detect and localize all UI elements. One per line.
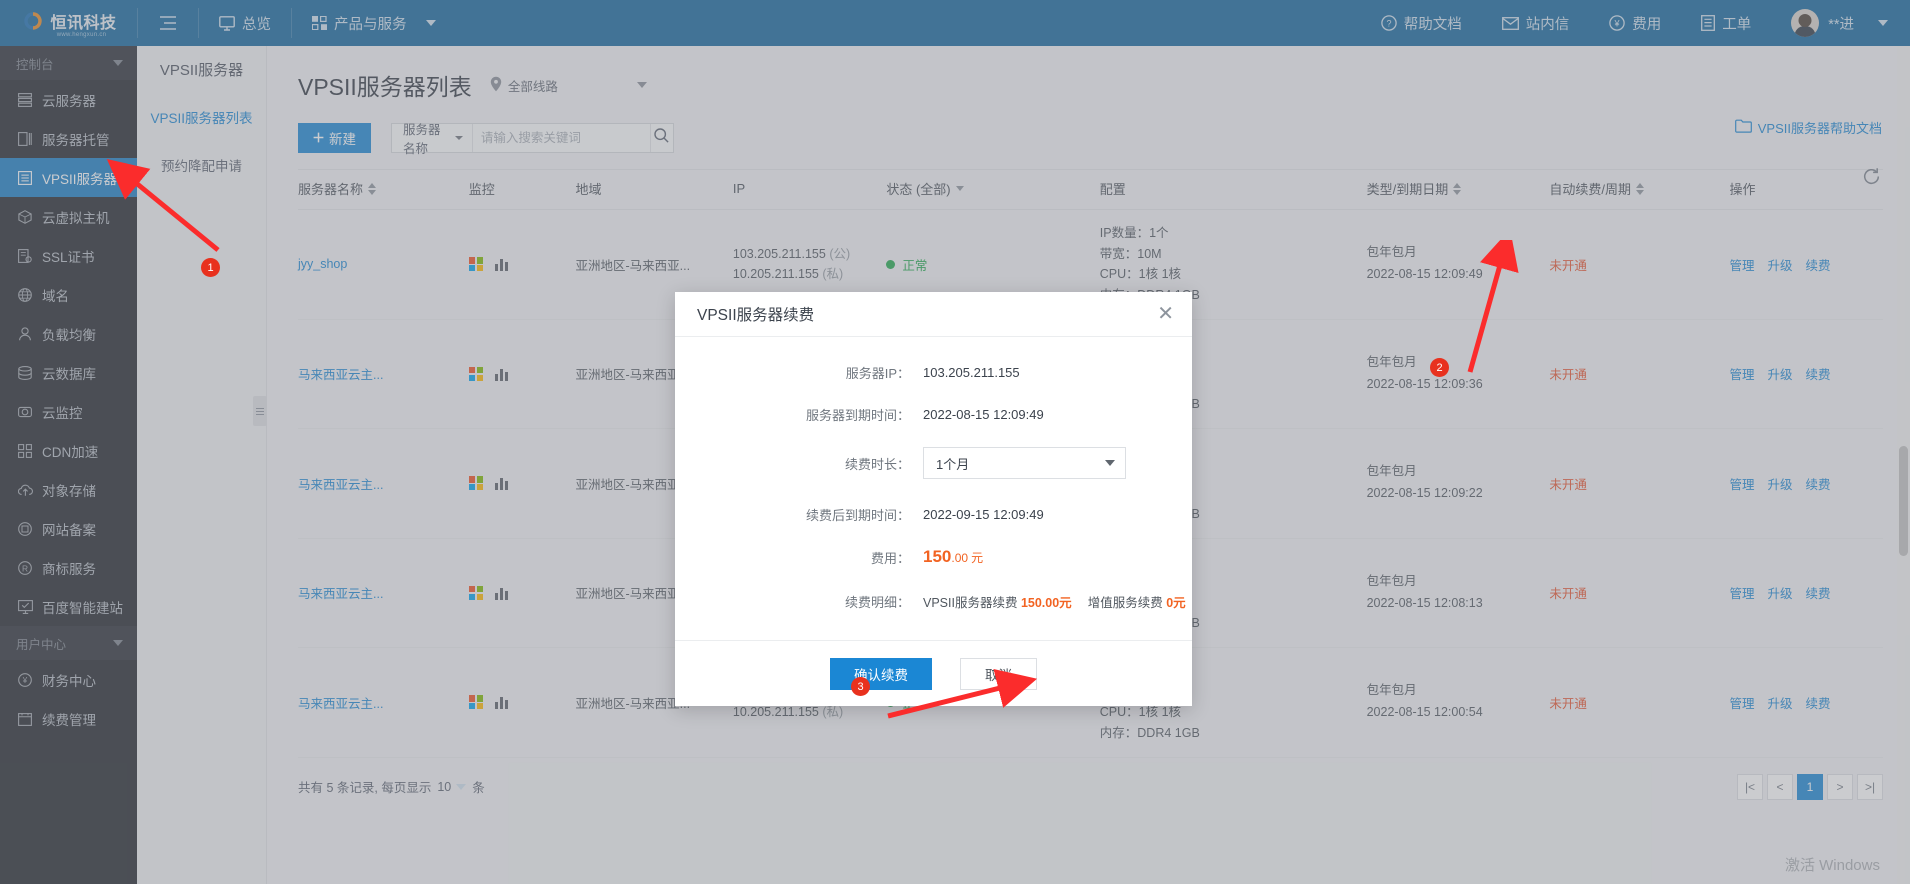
field-row-fee-detail: 续费明细： VPSII服务器续费 150.00元 增值服务续费 0元 bbox=[675, 592, 1192, 611]
renew-duration-value: 1个月 bbox=[936, 454, 969, 473]
windows-activation-watermark: 激活 Windows bbox=[1785, 856, 1880, 876]
field-row-fee: 费用： 150.00元 bbox=[675, 547, 1192, 567]
fee-detail: VPSII服务器续费 150.00元 增值服务续费 0元 bbox=[923, 592, 1186, 611]
field-label: 费用： bbox=[675, 548, 923, 567]
renew-modal: VPSII服务器续费 ✕ 服务器IP： 103.205.211.155 服务器到… bbox=[675, 292, 1192, 706]
fee-integer: 150 bbox=[923, 547, 951, 566]
modal-header: VPSII服务器续费 ✕ bbox=[675, 292, 1192, 337]
fee-detail-2-amount: 0元 bbox=[1166, 596, 1185, 610]
fee-unit: 元 bbox=[971, 551, 983, 565]
field-value-new-expire: 2022-09-15 12:09:49 bbox=[923, 507, 1044, 522]
field-row-new-expire: 续费后到期时间： 2022-09-15 12:09:49 bbox=[675, 505, 1192, 524]
modal-body: 服务器IP： 103.205.211.155 服务器到期时间： 2022-08-… bbox=[675, 337, 1192, 640]
field-label: 续费明细： bbox=[675, 592, 923, 611]
field-row-server-ip: 服务器IP： 103.205.211.155 bbox=[675, 363, 1192, 382]
field-label: 服务器IP： bbox=[675, 363, 923, 382]
fee-detail-item-2: 增值服务续费 0元 bbox=[1088, 592, 1186, 611]
fee-detail-2-label: 增值服务续费 bbox=[1088, 596, 1163, 610]
field-label: 续费后到期时间： bbox=[675, 505, 923, 524]
field-label: 续费时长： bbox=[675, 454, 923, 473]
watermark-line-1: 激活 Windows bbox=[1785, 856, 1880, 876]
renew-duration-select[interactable]: 1个月 bbox=[923, 447, 1126, 479]
fee-detail-1-label: VPSII服务器续费 bbox=[923, 596, 1017, 610]
chevron-down-icon bbox=[1105, 460, 1115, 466]
annotation-badge-2: 2 bbox=[1430, 358, 1449, 377]
field-value-server-ip: 103.205.211.155 bbox=[923, 365, 1020, 380]
fee-detail-item-1: VPSII服务器续费 150.00元 bbox=[923, 592, 1072, 611]
close-icon[interactable]: ✕ bbox=[1157, 304, 1174, 324]
field-row-duration: 续费时长： 1个月 bbox=[675, 447, 1192, 479]
confirm-renew-button[interactable]: 确认续费 bbox=[830, 658, 932, 690]
fee-cents: .00 bbox=[951, 551, 968, 565]
annotation-badge-1: 1 bbox=[201, 258, 220, 277]
field-label: 服务器到期时间： bbox=[675, 405, 923, 424]
field-value-expire-time: 2022-08-15 12:09:49 bbox=[923, 407, 1044, 422]
modal-title: VPSII服务器续费 bbox=[697, 303, 814, 325]
modal-footer: 确认续费 取消 bbox=[675, 640, 1192, 706]
annotation-badge-3: 3 bbox=[851, 677, 870, 696]
cancel-button[interactable]: 取消 bbox=[960, 658, 1037, 690]
fee-detail-1-amount: 150.00元 bbox=[1021, 596, 1072, 610]
field-row-expire-time: 服务器到期时间： 2022-08-15 12:09:49 bbox=[675, 405, 1192, 424]
fee-amount: 150.00元 bbox=[923, 547, 983, 567]
